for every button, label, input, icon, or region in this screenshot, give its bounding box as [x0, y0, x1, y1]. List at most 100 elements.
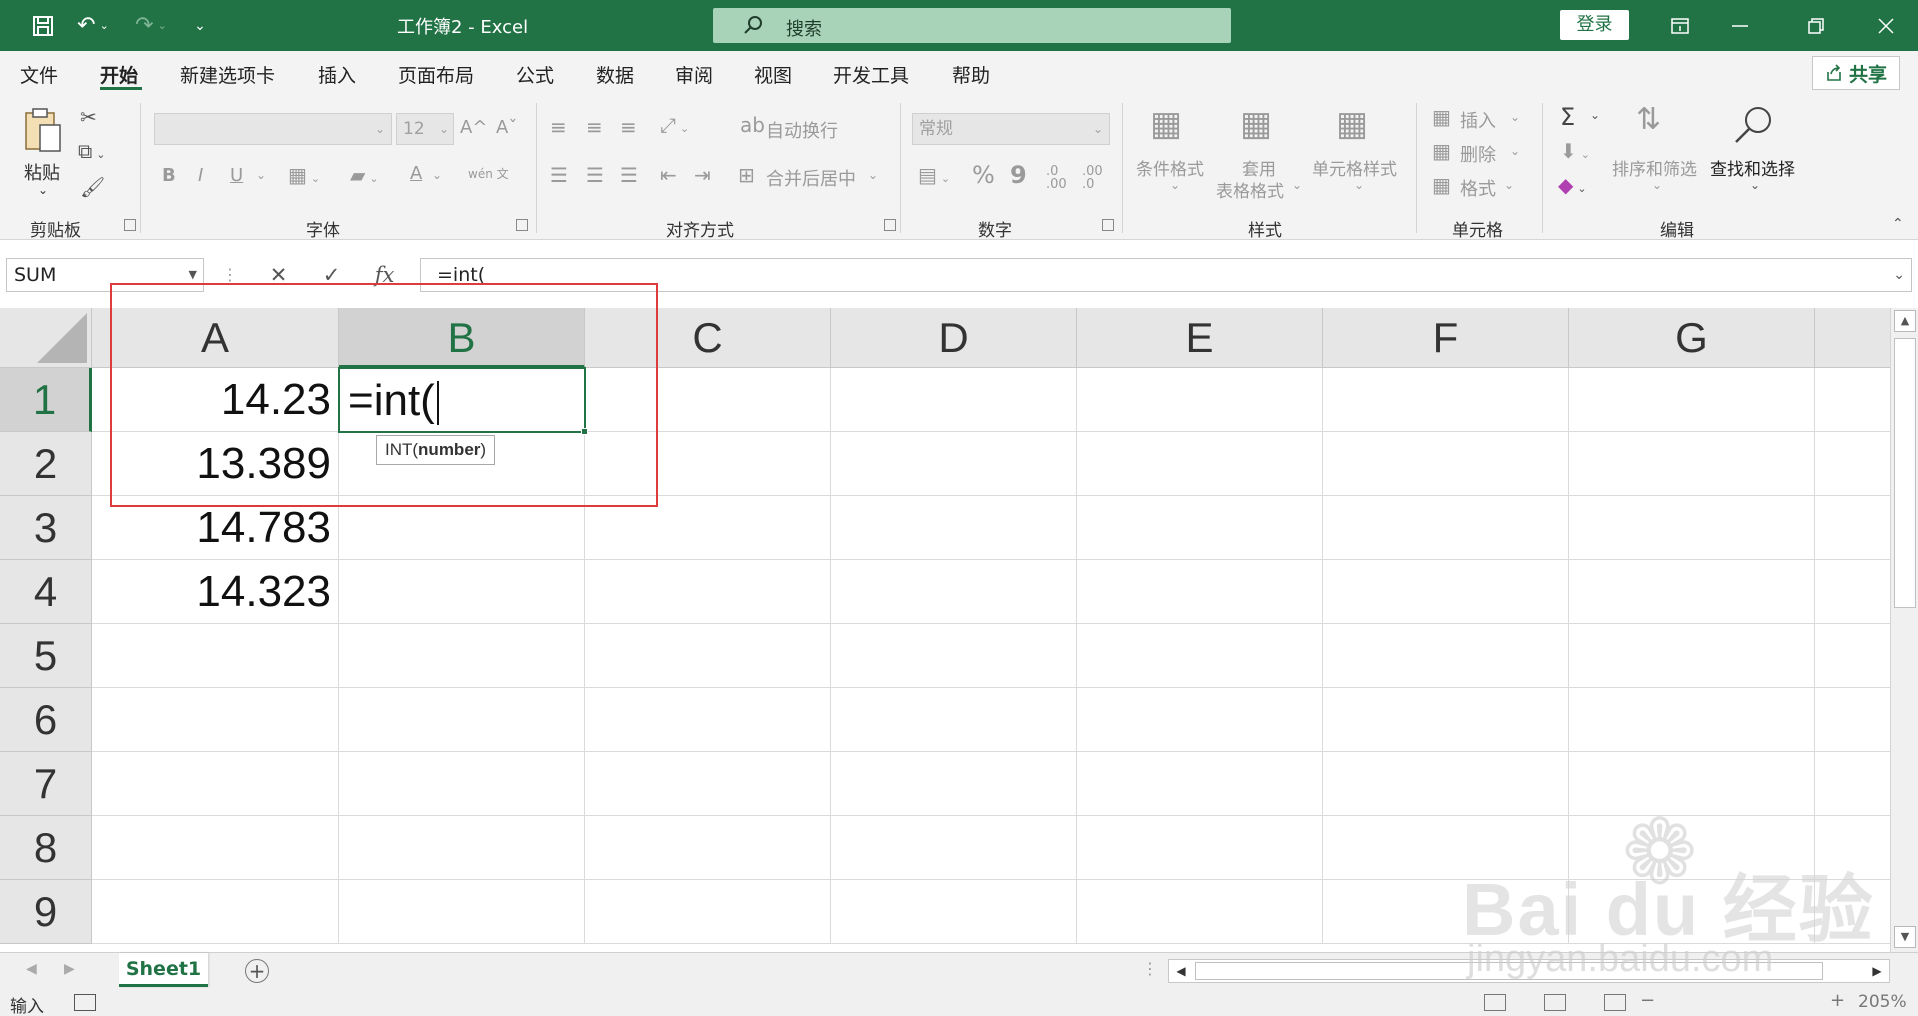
align-center-icon[interactable]: ☰ — [586, 165, 604, 185]
format-as-table-line2[interactable]: 表格格式 — [1216, 177, 1284, 202]
insert-cells-button[interactable]: 插入 — [1460, 107, 1496, 133]
zoom-out-icon[interactable]: − — [1640, 990, 1655, 1011]
grid-cell[interactable] — [1815, 432, 1890, 496]
grid-cell[interactable] — [1323, 688, 1569, 752]
grid-cell[interactable] — [585, 688, 831, 752]
grid-cell[interactable] — [339, 816, 585, 880]
format-as-table-dropdown-icon[interactable]: ⌄ — [1292, 179, 1302, 191]
column-header-f[interactable]: F — [1323, 308, 1569, 368]
grid-cell[interactable] — [831, 496, 1077, 560]
format-dropdown-icon[interactable]: ⌄ — [1504, 179, 1514, 191]
grid-cell[interactable] — [1815, 624, 1890, 688]
tab-view[interactable]: 视图 — [754, 61, 792, 88]
horizontal-scroll-thumb[interactable] — [1195, 962, 1823, 980]
row-header-9[interactable]: 9 — [0, 880, 92, 944]
sort-filter-button[interactable]: 排序和筛选 — [1612, 155, 1697, 180]
fill-icon[interactable]: ⬇ ⌄ — [1560, 141, 1590, 161]
merge-center-button[interactable]: 合并后居中 — [766, 165, 856, 191]
tab-review[interactable]: 审阅 — [675, 61, 713, 88]
underline-button[interactable]: U — [230, 165, 243, 186]
grid-cell[interactable] — [1323, 880, 1569, 944]
merge-center-icon[interactable]: ⊞ — [738, 165, 755, 185]
grid-cell[interactable] — [1323, 752, 1569, 816]
format-as-table-icon[interactable]: ▦ — [1240, 107, 1272, 141]
grid-cell[interactable] — [1815, 816, 1890, 880]
grid-cell[interactable] — [1569, 752, 1815, 816]
grid-cell[interactable] — [1569, 624, 1815, 688]
scroll-left-icon[interactable]: ◀ — [1169, 960, 1193, 982]
cell-styles-icon[interactable]: ▦ — [1336, 107, 1368, 141]
row-header-2[interactable]: 2 — [0, 432, 92, 496]
sheet-tab-sheet1[interactable]: Sheet1 — [119, 953, 208, 987]
zoom-level[interactable]: 205% — [1858, 992, 1907, 1012]
find-select-icon[interactable] — [1732, 103, 1776, 150]
grid-cell[interactable] — [831, 368, 1077, 432]
formula-bar-grip-icon[interactable]: ⋮ — [222, 265, 238, 284]
grid-cell[interactable] — [339, 624, 585, 688]
align-middle-icon[interactable]: ≡ — [586, 117, 603, 137]
tab-new-tab[interactable]: 新建选项卡 — [180, 61, 275, 88]
tab-page-layout[interactable]: 页面布局 — [398, 61, 474, 88]
grid-cell[interactable] — [1077, 688, 1323, 752]
grid-cell[interactable] — [1815, 752, 1890, 816]
grid-cell[interactable] — [1077, 624, 1323, 688]
row-header-6[interactable]: 6 — [0, 688, 92, 752]
underline-dropdown-icon[interactable]: ⌄ — [256, 169, 266, 181]
increase-decimal-icon[interactable]: .0.00 — [1046, 165, 1067, 191]
tab-data[interactable]: 数据 — [596, 61, 634, 88]
sort-filter-dropdown-icon[interactable]: ⌄ — [1652, 179, 1662, 191]
grid-cell[interactable] — [831, 816, 1077, 880]
row-header-4[interactable]: 4 — [0, 560, 92, 624]
grid-cell[interactable] — [1323, 816, 1569, 880]
clipboard-launcher-icon[interactable] — [124, 219, 136, 231]
search-box[interactable]: 搜索 — [713, 8, 1231, 43]
paste-icon[interactable] — [22, 107, 64, 158]
page-break-preview-icon[interactable] — [1604, 994, 1626, 1011]
column-header-g[interactable]: G — [1569, 308, 1815, 368]
copy-icon[interactable]: ⧉ ⌄ — [78, 141, 106, 161]
grid-cell[interactable] — [1077, 880, 1323, 944]
cell-styles-button[interactable]: 单元格样式 — [1312, 155, 1397, 180]
grid-cell[interactable] — [92, 688, 339, 752]
comma-style-button[interactable]: 9 — [1010, 161, 1027, 189]
grid-cell[interactable] — [831, 560, 1077, 624]
next-sheet-icon[interactable]: ▶ — [64, 961, 75, 977]
grid-cell[interactable] — [585, 752, 831, 816]
percent-style-button[interactable]: % — [972, 161, 995, 189]
zoom-in-icon[interactable]: + — [1830, 990, 1845, 1011]
autosum-dropdown-icon[interactable]: ⌄ — [1590, 109, 1600, 121]
delete-cells-icon[interactable]: ▦ — [1432, 141, 1451, 161]
delete-dropdown-icon[interactable]: ⌄ — [1510, 145, 1520, 157]
tab-formulas[interactable]: 公式 — [516, 61, 554, 88]
grid-cell[interactable] — [339, 752, 585, 816]
shrink-font-icon[interactable]: Aˇ — [496, 117, 517, 138]
minimize-icon[interactable] — [1712, 0, 1767, 51]
alignment-launcher-icon[interactable] — [884, 219, 896, 231]
grid-cell[interactable] — [1323, 624, 1569, 688]
grid-cell[interactable] — [585, 560, 831, 624]
customize-quick-access-icon[interactable]: ⌄ — [188, 0, 212, 51]
normal-view-icon[interactable] — [1484, 994, 1506, 1011]
add-sheet-button[interactable]: + — [245, 959, 269, 983]
wrap-text-icon[interactable]: ab — [740, 115, 765, 135]
borders-icon[interactable]: ▦ ⌄ — [288, 165, 320, 185]
row-header-1[interactable]: 1 — [0, 368, 92, 432]
format-cells-icon[interactable]: ▦ — [1432, 175, 1451, 195]
italic-button[interactable]: I — [198, 165, 203, 186]
ribbon-display-options-icon[interactable] — [1652, 0, 1707, 51]
grid-cell[interactable] — [1077, 368, 1323, 432]
restore-icon[interactable] — [1788, 0, 1843, 51]
delete-cells-button[interactable]: 删除 — [1460, 141, 1496, 167]
align-bottom-icon[interactable]: ≡ — [620, 117, 637, 137]
decrease-decimal-icon[interactable]: .00.0 — [1082, 165, 1103, 191]
align-top-icon[interactable]: ≡ — [550, 117, 567, 137]
wrap-text-button[interactable]: 自动换行 — [766, 117, 838, 143]
grid-cell[interactable] — [1323, 368, 1569, 432]
font-color-button[interactable]: A — [410, 163, 422, 184]
redo-icon[interactable]: ↷ ⌄ — [128, 0, 174, 51]
grid-cell[interactable] — [1077, 496, 1323, 560]
grid-cell[interactable] — [1569, 688, 1815, 752]
font-launcher-icon[interactable] — [516, 219, 528, 231]
tab-splitter-icon[interactable]: ⋮ — [1142, 959, 1158, 978]
grid-cell[interactable] — [92, 624, 339, 688]
